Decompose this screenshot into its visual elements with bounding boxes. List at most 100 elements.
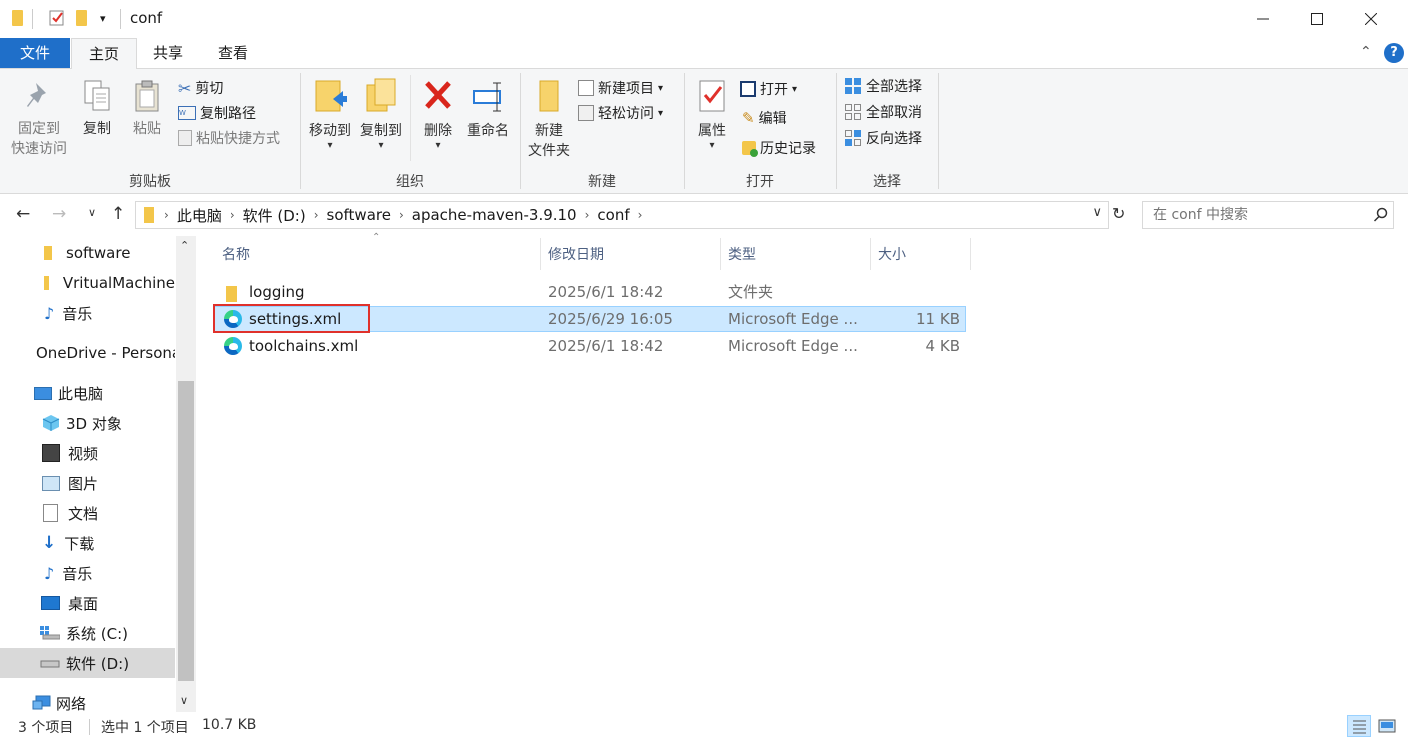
details-view-button[interactable] [1347, 715, 1371, 737]
address-dropdown-icon[interactable]: ∨ [1092, 205, 1102, 220]
new-folder-quick-icon[interactable] [76, 10, 87, 26]
nav-item-software[interactable]: software [0, 238, 175, 268]
navigation-pane: software VritualMachine ♪ 音乐 OneDrive - … [0, 236, 196, 712]
column-header-date[interactable]: 修改日期 [548, 238, 604, 270]
new-folder-button[interactable]: 新建 文件夹 [524, 77, 574, 161]
breadcrumb-chevron-icon[interactable]: › [230, 208, 235, 222]
breadcrumb-chevron-icon[interactable]: › [638, 208, 643, 222]
nav-scrollbar-thumb[interactable] [178, 381, 194, 681]
edit-button[interactable]: ✎ 编辑 [742, 107, 787, 129]
maximize-button[interactable] [1290, 0, 1344, 38]
forward-arrow-icon[interactable]: → [52, 204, 66, 224]
nav-item-music-quick[interactable]: ♪ 音乐 [0, 298, 175, 328]
large-icons-view-button[interactable] [1377, 717, 1397, 735]
nav-item-3d-objects[interactable]: 3D 对象 [0, 408, 175, 438]
select-all-button[interactable]: 全部选择 [844, 75, 922, 97]
tab-share[interactable]: 共享 [136, 38, 200, 68]
status-selected-count: 选中 1 个项目 [101, 720, 189, 736]
back-arrow-icon[interactable]: ← [16, 204, 30, 224]
nav-item-pictures[interactable]: 图片 [0, 468, 175, 498]
delete-button[interactable]: 删除 ▾ [416, 77, 460, 151]
new-item-icon [578, 80, 594, 96]
quick-access-dropdown-icon[interactable]: ▾ [100, 12, 106, 25]
nav-item-drive-d[interactable]: 软件 (D:) [0, 648, 175, 678]
easy-access-button[interactable]: 轻松访问 ▾ [578, 102, 663, 124]
file-name: logging [249, 283, 305, 301]
picture-icon [42, 475, 60, 491]
breadcrumb-drive-d[interactable]: 软件 (D:) [243, 205, 306, 226]
close-button[interactable] [1344, 0, 1398, 38]
nav-item-desktop[interactable]: 桌面 [0, 588, 175, 618]
download-arrow-icon: ↓ [42, 533, 57, 553]
properties-quick-icon[interactable] [48, 9, 66, 31]
copy-to-dropdown-icon: ▾ [378, 140, 384, 151]
copy-button[interactable]: 复制 [74, 79, 120, 139]
scroll-up-icon[interactable]: ⌃ [180, 239, 189, 252]
nav-item-onedrive[interactable]: OneDrive - Personal [0, 338, 175, 368]
nav-item-vritualmachine[interactable]: VritualMachine [0, 268, 175, 298]
folder-icon [44, 246, 52, 260]
copy-path-icon: W [178, 106, 196, 120]
file-size: 4 KB [925, 337, 960, 355]
system-drive-icon [40, 626, 60, 640]
breadcrumb-chevron-icon[interactable]: › [399, 208, 404, 222]
move-to-icon [315, 80, 347, 112]
breadcrumb-chevron-icon[interactable]: › [314, 208, 319, 222]
group-label-select: 选择 [873, 174, 901, 190]
nav-item-this-pc[interactable]: 此电脑 [0, 378, 175, 408]
move-to-button[interactable]: 移动到 ▾ [305, 77, 355, 151]
scroll-down-icon[interactable]: ∨ [180, 694, 188, 707]
nav-item-drive-c[interactable]: 系统 (C:) [0, 618, 175, 648]
new-item-dropdown-icon: ▾ [658, 82, 664, 94]
search-box[interactable] [1142, 201, 1394, 229]
file-row-logging[interactable]: logging 2025/6/1 18:42 文件夹 [214, 279, 966, 305]
search-input[interactable] [1151, 206, 1365, 224]
nav-item-network[interactable]: 网络 [0, 688, 175, 712]
recent-locations-chevron-icon[interactable]: ∨ [88, 206, 96, 219]
large-icons-view-icon [1378, 719, 1396, 733]
copy-to-button[interactable]: 复制到 ▾ [356, 77, 406, 151]
nav-item-videos[interactable]: 视频 [0, 438, 175, 468]
nav-item-music[interactable]: ♪ 音乐 [0, 558, 175, 588]
cut-button[interactable]: ✂ 剪切 [178, 77, 223, 99]
paste-shortcut-button[interactable]: 粘贴快捷方式 [178, 127, 280, 149]
address-bar[interactable]: › 此电脑 › 软件 (D:) › software › apache-mave… [135, 201, 1109, 229]
paste-button[interactable]: 粘贴 [124, 79, 170, 139]
file-row-toolchains-xml[interactable]: toolchains.xml 2025/6/1 18:42 Microsoft … [214, 333, 966, 359]
help-icon[interactable]: ? [1384, 43, 1404, 63]
up-arrow-icon[interactable]: ↑ [111, 204, 125, 224]
history-button[interactable]: 历史记录 [742, 137, 816, 159]
refresh-icon[interactable]: ↻ [1112, 204, 1125, 223]
breadcrumb-conf[interactable]: conf [597, 206, 629, 224]
select-none-button[interactable]: 全部取消 [844, 101, 922, 123]
column-header-name[interactable]: 名称 [222, 238, 250, 270]
breadcrumb-this-pc[interactable]: 此电脑 [177, 205, 222, 226]
ribbon: 固定到 快速访问 复制 粘贴 ✂ 剪切 W 复制路径 粘贴快捷方式 剪贴板 移动… [0, 69, 1408, 194]
tab-view[interactable]: 查看 [201, 38, 265, 68]
tab-file[interactable]: 文件 [0, 38, 70, 68]
properties-button[interactable]: 属性 ▾ [690, 77, 734, 151]
file-type: Microsoft Edge ... [728, 337, 858, 355]
rename-button[interactable]: 重命名 [462, 77, 514, 141]
minimize-button[interactable] [1236, 0, 1290, 38]
copy-path-button[interactable]: W 复制路径 [178, 102, 256, 124]
group-label-new: 新建 [588, 174, 616, 190]
easy-access-dropdown-icon: ▾ [658, 107, 664, 119]
breadcrumb-maven[interactable]: apache-maven-3.9.10 [412, 206, 577, 224]
breadcrumb-chevron-icon[interactable]: › [585, 208, 590, 222]
search-icon[interactable] [1373, 207, 1389, 223]
open-button[interactable]: 打开 ▾ [740, 78, 797, 100]
address-folder-icon [144, 207, 154, 223]
tab-home[interactable]: 主页 [71, 38, 137, 70]
pin-quick-access-button[interactable]: 固定到 快速访问 [6, 79, 72, 159]
breadcrumb-chevron-icon[interactable]: › [164, 208, 169, 222]
collapse-ribbon-icon[interactable]: ⌃ [1360, 44, 1372, 60]
column-header-size[interactable]: 大小 [878, 238, 906, 270]
breadcrumb-software[interactable]: software [327, 206, 391, 224]
group-label-open: 打开 [746, 174, 774, 190]
column-header-type[interactable]: 类型 [728, 238, 756, 270]
invert-selection-button[interactable]: 反向选择 [844, 127, 922, 149]
nav-item-downloads[interactable]: ↓ 下载 [0, 528, 175, 558]
new-item-button[interactable]: 新建项目 ▾ [578, 77, 663, 99]
nav-item-documents[interactable]: 文档 [0, 498, 175, 528]
